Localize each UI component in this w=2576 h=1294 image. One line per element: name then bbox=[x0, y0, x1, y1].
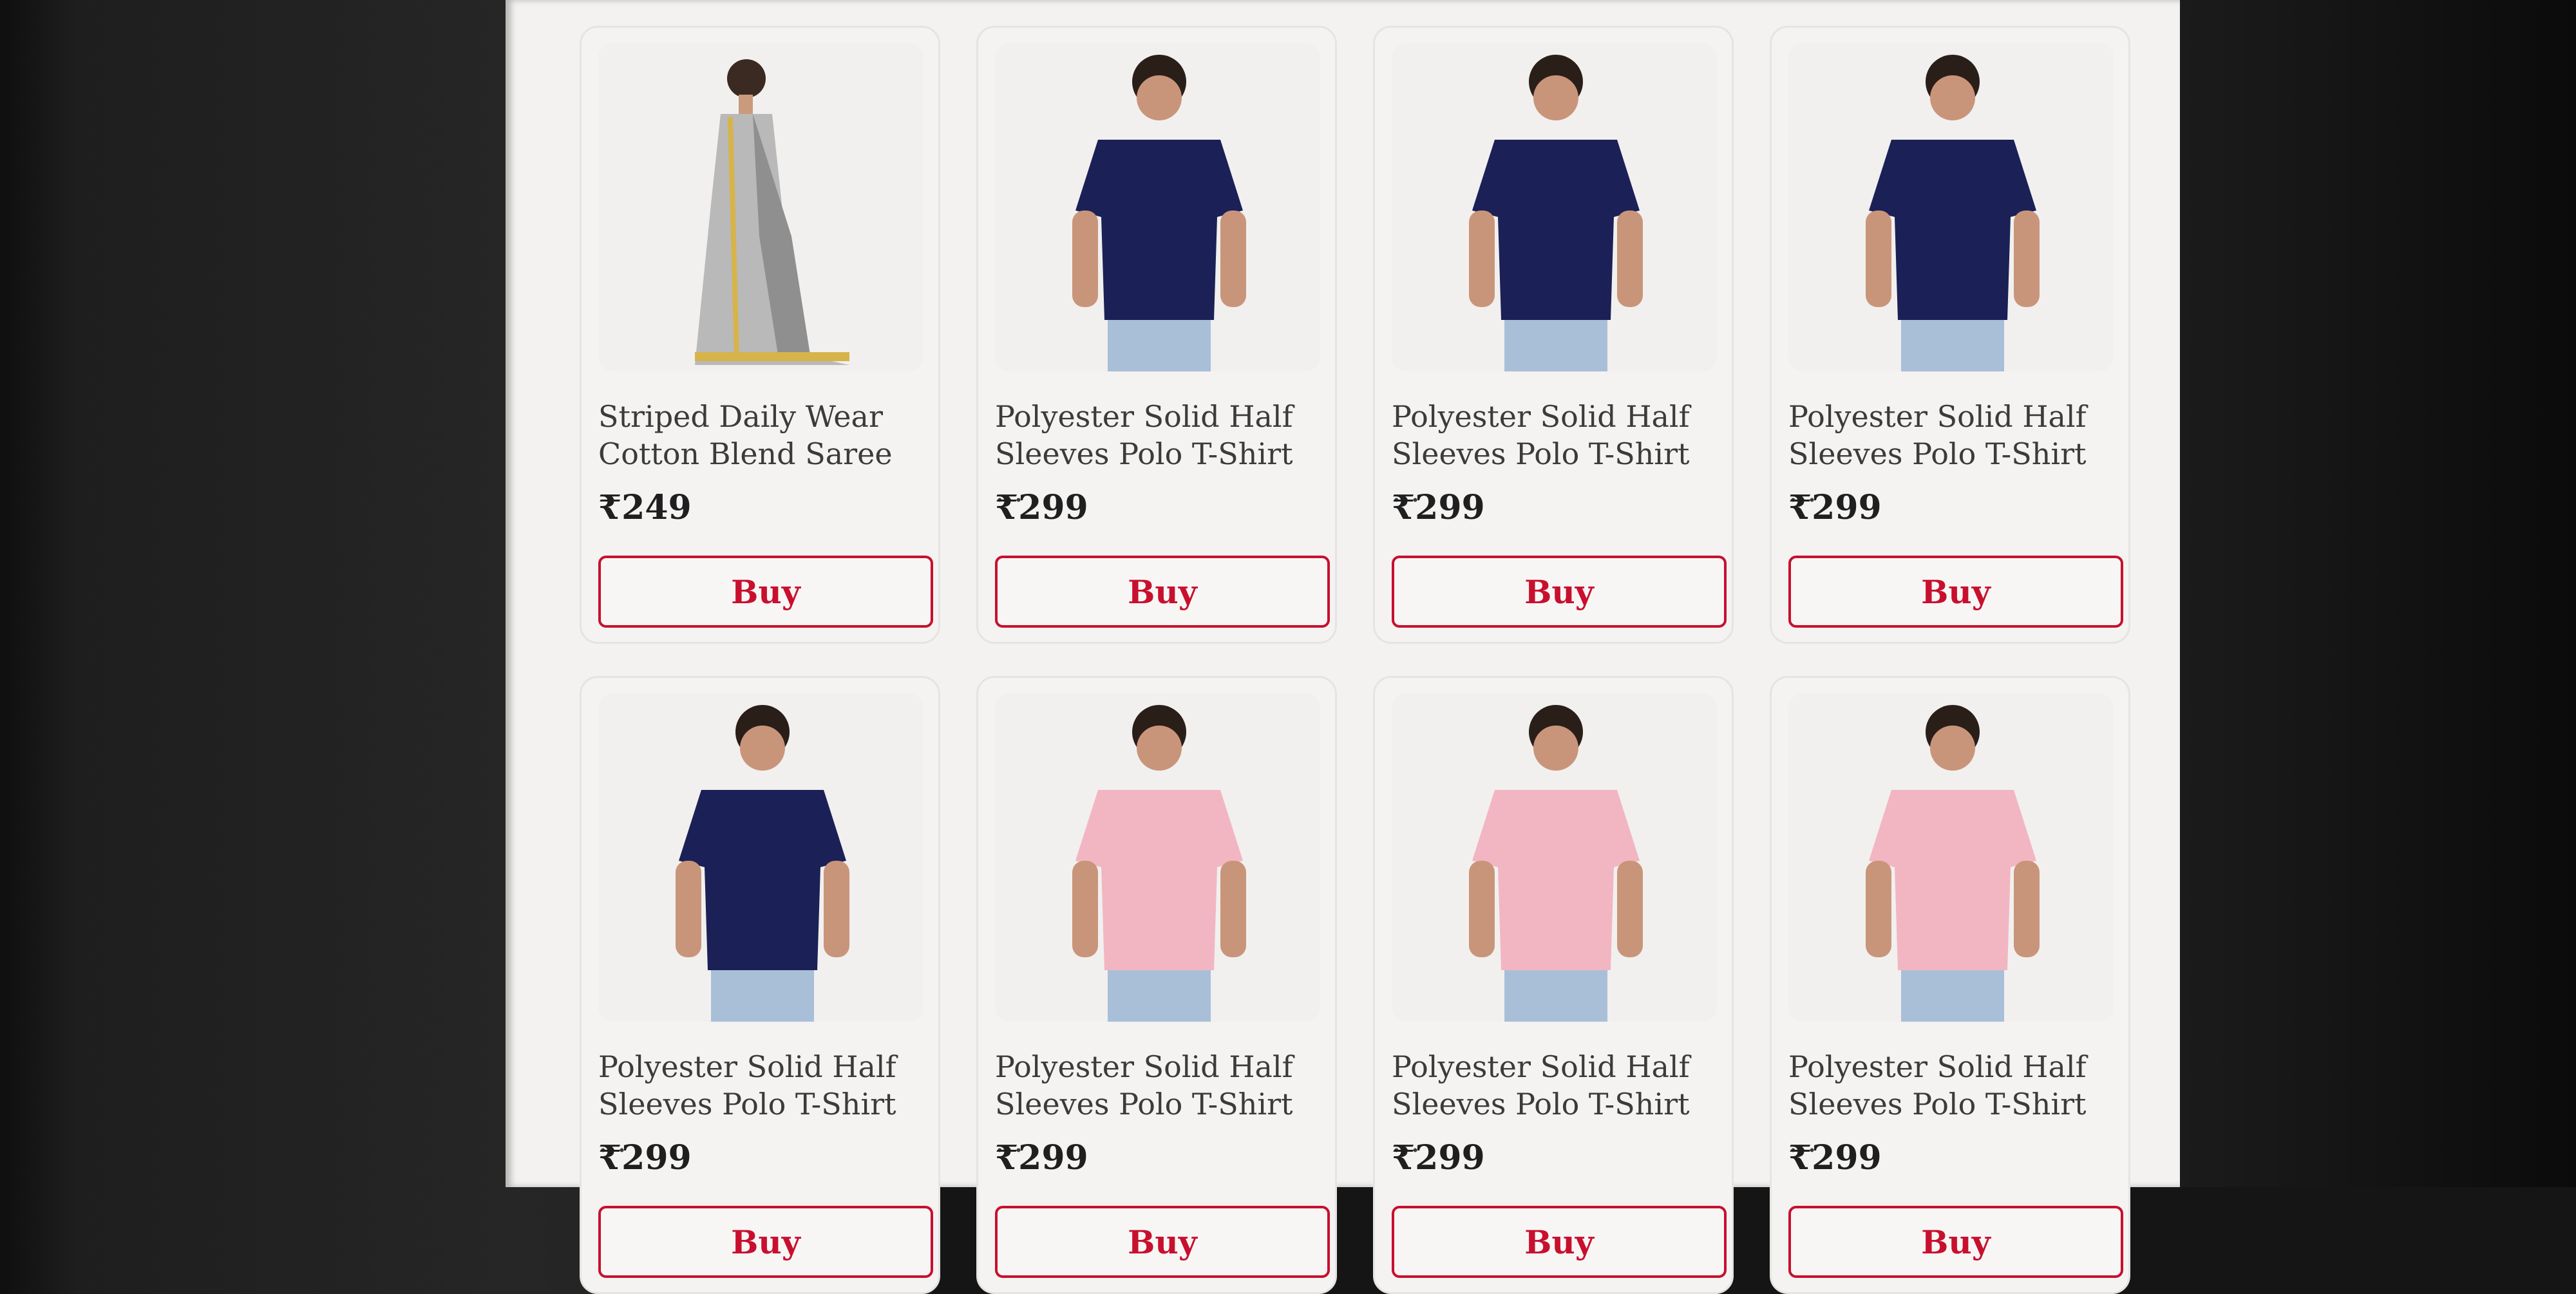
product-price: ₹299 bbox=[598, 1138, 692, 1177]
buy-button[interactable]: Buy bbox=[1392, 556, 1727, 628]
product-image[interactable] bbox=[1788, 43, 2114, 371]
buy-button[interactable]: Buy bbox=[1392, 1206, 1727, 1278]
product-card[interactable]: Polyester Solid Half Sleeves Polo T-Shir… bbox=[976, 26, 1337, 644]
buy-button[interactable]: Buy bbox=[995, 1206, 1330, 1278]
product-listing-screen: Striped Daily Wear Cotton Blend Saree ₹2… bbox=[506, 0, 2180, 1294]
product-price: ₹249 bbox=[598, 488, 692, 527]
polo-pink-image bbox=[1469, 705, 1643, 1022]
product-image[interactable] bbox=[598, 693, 923, 1022]
polo-pink-image bbox=[1866, 705, 2040, 1022]
product-image[interactable] bbox=[995, 693, 1320, 1022]
product-card[interactable]: Polyester Solid Half Sleeves Polo T-Shir… bbox=[1770, 26, 2130, 644]
saree-image bbox=[695, 59, 849, 365]
polo-navy-image bbox=[1866, 55, 2040, 371]
product-price: ₹299 bbox=[1392, 1138, 1485, 1177]
product-card[interactable]: Polyester Solid Half Sleeves Polo T-Shir… bbox=[976, 676, 1337, 1294]
product-card[interactable]: Polyester Solid Half Sleeves Polo T-Shir… bbox=[1770, 676, 2130, 1294]
product-title[interactable]: Striped Daily Wear Cotton Blend Saree bbox=[598, 398, 933, 473]
product-price: ₹299 bbox=[1788, 1138, 1882, 1177]
polo-navy-image bbox=[1072, 55, 1246, 371]
product-price: ₹299 bbox=[995, 1138, 1088, 1177]
product-grid: Striped Daily Wear Cotton Blend Saree ₹2… bbox=[580, 26, 2130, 1294]
product-card[interactable]: Polyester Solid Half Sleeves Polo T-Shir… bbox=[580, 676, 940, 1294]
product-image[interactable] bbox=[1392, 43, 1717, 371]
buy-button[interactable]: Buy bbox=[598, 556, 933, 628]
product-image[interactable] bbox=[1788, 693, 2114, 1022]
product-price: ₹299 bbox=[1788, 488, 1882, 527]
polo-navy-image bbox=[676, 705, 849, 1022]
buy-button[interactable]: Buy bbox=[1788, 556, 2123, 628]
product-card[interactable]: Striped Daily Wear Cotton Blend Saree ₹2… bbox=[580, 26, 940, 644]
product-card[interactable]: Polyester Solid Half Sleeves Polo T-Shir… bbox=[1373, 676, 1734, 1294]
buy-button[interactable]: Buy bbox=[598, 1206, 933, 1278]
buy-button[interactable]: Buy bbox=[995, 556, 1330, 628]
polo-navy-image bbox=[1469, 55, 1643, 371]
product-card[interactable]: Polyester Solid Half Sleeves Polo T-Shir… bbox=[1373, 26, 1734, 644]
product-price: ₹299 bbox=[995, 488, 1088, 527]
monitor-bezel bbox=[2180, 0, 2576, 1187]
product-image[interactable] bbox=[598, 43, 923, 371]
polo-pink-image bbox=[1072, 705, 1246, 1022]
product-price: ₹299 bbox=[1392, 488, 1485, 527]
product-image[interactable] bbox=[995, 43, 1320, 371]
buy-button[interactable]: Buy bbox=[1788, 1206, 2123, 1278]
product-image[interactable] bbox=[1392, 693, 1717, 1022]
